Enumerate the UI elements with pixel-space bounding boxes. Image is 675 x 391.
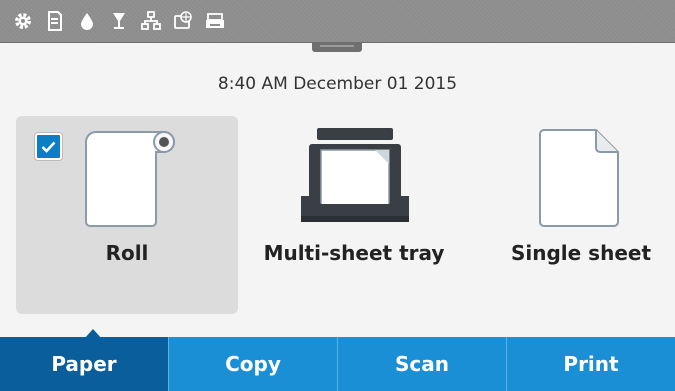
status-icons [12, 10, 236, 32]
source-label-multi-sheet-tray: Multi-sheet tray [263, 241, 445, 265]
source-tile-roll[interactable]: Roll [16, 116, 238, 314]
web-services-icon[interactable] [172, 10, 194, 32]
network-icon[interactable] [140, 10, 162, 32]
checkbox-selected[interactable] [35, 133, 62, 160]
source-label-single-sheet: Single sheet [510, 241, 652, 265]
multi-sheet-tray-icon [299, 126, 411, 234]
single-sheet-icon [536, 128, 626, 232]
printhead-icon[interactable] [44, 10, 66, 32]
pull-down-tab[interactable] [312, 42, 362, 52]
tab-paper[interactable]: Paper [0, 337, 168, 391]
settings-icon[interactable] [12, 10, 34, 32]
tab-print[interactable]: Print [506, 337, 675, 391]
date-time: 8:40 AM December 01 2015 [217, 74, 458, 94]
cup-icon[interactable] [108, 10, 130, 32]
tab-copy[interactable]: Copy [168, 337, 337, 391]
source-tile-single-sheet[interactable]: Single sheet [470, 116, 675, 314]
tab-scan[interactable]: Scan [337, 337, 506, 391]
roll-icon [78, 130, 178, 234]
source-tile-multi-sheet-tray[interactable]: Multi-sheet tray [243, 116, 465, 314]
status-bar [0, 0, 675, 43]
printer-status-icon[interactable] [204, 10, 226, 32]
ink-drop-icon[interactable] [76, 10, 98, 32]
source-label-roll: Roll [105, 241, 149, 265]
bottom-tab-bar: Paper Copy Scan Print [0, 337, 675, 391]
